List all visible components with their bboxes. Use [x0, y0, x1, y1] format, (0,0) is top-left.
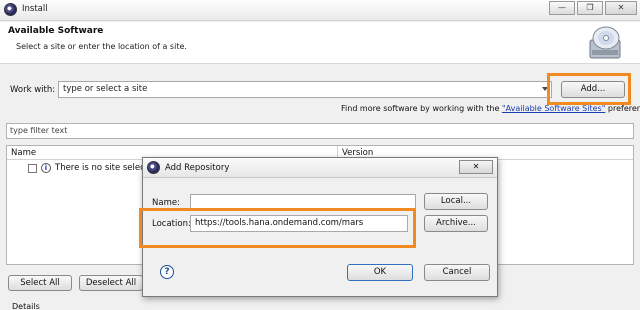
window-title: Install	[22, 4, 48, 14]
filter-input[interactable]: type filter text	[6, 123, 634, 139]
restore-button[interactable]: ❐	[577, 1, 603, 15]
find-more-suffix: preferences.	[607, 104, 640, 113]
location-field[interactable]: https://tools.hana.ondemand.com/mars	[190, 215, 408, 232]
find-more-text: Find more software by working with the "…	[341, 104, 640, 113]
dialog-title: Add Repository	[165, 163, 230, 173]
find-more-prefix: Find more software by working with the	[341, 104, 502, 113]
help-icon[interactable]: ?	[160, 265, 174, 279]
window-titlebar: Install — ❐ ✕	[0, 0, 640, 21]
minimize-button[interactable]: —	[549, 1, 575, 15]
deselect-all-button[interactable]: Deselect All	[79, 275, 143, 291]
page-title: Available Software	[8, 26, 104, 36]
ok-button[interactable]: OK	[347, 264, 413, 281]
location-label: Location:	[152, 219, 191, 229]
dialog-titlebar: Add Repository ✕	[143, 158, 497, 178]
work-with-combo[interactable]: type or select a site	[58, 81, 552, 98]
row-checkbox[interactable]	[28, 164, 37, 173]
work-with-placeholder: type or select a site	[63, 84, 148, 94]
page-subtitle: Select a site or enter the location of a…	[16, 42, 187, 51]
add-repository-dialog: Add Repository ✕ Name: Local... Location…	[139, 157, 498, 297]
wizard-header: Available Software Select a site or ente…	[0, 22, 640, 64]
available-software-sites-link[interactable]: "Available Software Sites"	[502, 104, 605, 113]
window-close-button[interactable]: ✕	[605, 1, 637, 15]
eclipse-app-icon	[4, 3, 17, 16]
details-label: Details	[12, 302, 40, 310]
name-label: Name:	[152, 198, 180, 208]
select-all-button[interactable]: Select All	[8, 275, 72, 291]
local-button[interactable]: Local...	[424, 193, 488, 210]
dialog-close-button[interactable]: ✕	[459, 160, 493, 174]
eclipse-app-icon	[147, 161, 160, 174]
archive-button[interactable]: Archive...	[424, 215, 488, 232]
cancel-button[interactable]: Cancel	[424, 264, 490, 281]
cd-install-icon	[589, 26, 621, 59]
info-icon: i	[41, 163, 51, 173]
work-with-label: Work with:	[10, 85, 56, 95]
add-button[interactable]: Add...	[561, 81, 625, 98]
